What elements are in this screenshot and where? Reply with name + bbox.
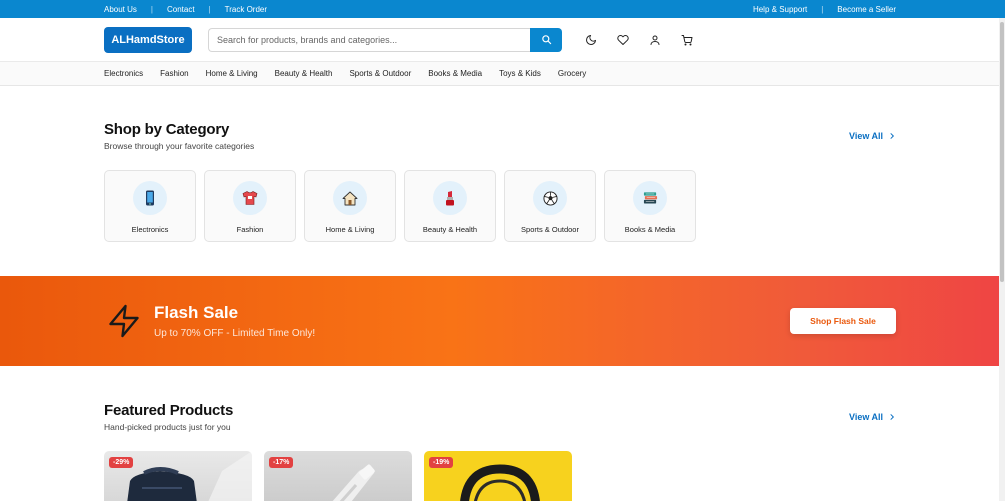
cart-icon [681, 34, 693, 45]
search-bar [208, 27, 562, 52]
top-bar: About Us | Contact | Track Order Help & … [0, 0, 1005, 18]
page-scrollbar[interactable] [999, 18, 1005, 501]
category-label: Books & Media [624, 225, 676, 234]
theme-toggle-button[interactable] [584, 33, 598, 47]
view-all-label: View All [848, 412, 883, 422]
nav-item-fashion[interactable]: Fashion [160, 69, 188, 78]
featured-products-grid: -29% -17% -19% [104, 451, 572, 501]
house-icon [342, 191, 358, 205]
main-header: ALHamdStore [0, 18, 1005, 62]
search-button[interactable] [530, 27, 562, 52]
lightning-bolt-icon [109, 304, 139, 338]
header-icons [584, 33, 694, 47]
chevron-right-icon [890, 414, 895, 420]
category-label: Home & Living [325, 225, 375, 234]
top-bar-left-links: About Us | Contact | Track Order [104, 5, 267, 14]
nav-item-beauty-health[interactable]: Beauty & Health [275, 69, 333, 78]
category-section-header: Shop by Category Browse through your fav… [104, 121, 896, 151]
category-section-title: Shop by Category [104, 121, 230, 138]
top-bar-right-links: Help & Support | Become a Seller [753, 5, 896, 14]
nav-item-toys-kids[interactable]: Toys & Kids [499, 69, 541, 78]
track-order-link[interactable]: Track Order [225, 5, 267, 14]
separator: | [821, 4, 824, 14]
help-support-link[interactable]: Help & Support [753, 5, 807, 14]
category-card-home-living[interactable]: Home & Living [304, 170, 396, 242]
product-card[interactable]: -19% [424, 451, 572, 501]
category-view-all-link[interactable]: View All [849, 131, 896, 141]
flash-sale-banner: Flash Sale Up to 70% OFF - Limited Time … [0, 276, 1005, 366]
product-card[interactable]: -17% [264, 451, 412, 501]
category-label: Beauty & Health [422, 225, 478, 234]
featured-section-subtitle: Hand-picked products just for you [104, 422, 231, 432]
separator: | [208, 4, 211, 14]
nav-item-sports-outdoor[interactable]: Sports & Outdoor [349, 69, 411, 78]
category-card-books-media[interactable]: Books & Media [604, 170, 696, 242]
soccer-ball-icon [542, 190, 558, 206]
heart-icon [617, 34, 629, 45]
scrollbar-thumb[interactable] [1000, 22, 1004, 282]
contact-link[interactable]: Contact [167, 5, 195, 14]
become-seller-link[interactable]: Become a Seller [837, 5, 896, 14]
category-label: Electronics [131, 225, 169, 234]
search-icon [541, 35, 551, 45]
category-grid: Electronics Fashion Home & Living Beauty… [104, 170, 696, 242]
category-label: Sports & Outdoor [521, 225, 579, 234]
nav-item-books-media[interactable]: Books & Media [428, 69, 482, 78]
category-icon-circle [133, 181, 167, 215]
nav-item-electronics[interactable]: Electronics [104, 69, 143, 78]
shirt-icon [242, 191, 258, 205]
category-section-subtitle: Browse through your favorite categories [104, 141, 255, 151]
view-all-label: View All [848, 131, 883, 141]
chevron-right-icon [890, 133, 895, 139]
category-nav: Electronics Fashion Home & Living Beauty… [0, 62, 1005, 86]
nav-item-home-living[interactable]: Home & Living [206, 69, 258, 78]
category-card-fashion[interactable]: Fashion [204, 170, 296, 242]
category-card-sports-outdoor[interactable]: Sports & Outdoor [504, 170, 596, 242]
category-icon-circle [233, 181, 267, 215]
category-label: Fashion [236, 225, 264, 234]
phone-icon [146, 190, 154, 206]
wishlist-button[interactable] [616, 33, 630, 47]
separator: | [150, 4, 153, 14]
shop-flash-sale-button[interactable]: Shop Flash Sale [790, 308, 896, 334]
discount-badge: -19% [429, 457, 454, 468]
cart-button[interactable] [680, 33, 694, 47]
account-button[interactable] [648, 33, 662, 47]
category-icon-circle [633, 181, 667, 215]
flash-sale-title: Flash Sale [154, 303, 239, 322]
product-card[interactable]: -29% [104, 451, 252, 501]
books-icon [643, 192, 657, 204]
category-card-electronics[interactable]: Electronics [104, 170, 196, 242]
search-input[interactable] [208, 27, 530, 52]
featured-section-title: Featured Products [104, 402, 234, 419]
store-logo[interactable]: ALHamdStore [104, 26, 192, 53]
discount-badge: -17% [269, 457, 294, 468]
flash-sale-subtitle: Up to 70% OFF - Limited Time Only! [154, 328, 316, 339]
nav-item-grocery[interactable]: Grocery [558, 69, 586, 78]
featured-view-all-link[interactable]: View All [849, 412, 896, 422]
about-us-link[interactable]: About Us [104, 5, 137, 14]
discount-badge: -29% [109, 457, 134, 468]
category-card-beauty-health[interactable]: Beauty & Health [404, 170, 496, 242]
lipstick-icon [446, 191, 454, 206]
category-icon-circle [533, 181, 567, 215]
category-icon-circle [433, 181, 467, 215]
moon-icon [586, 34, 596, 45]
user-icon [650, 35, 660, 45]
category-icon-circle [333, 181, 367, 215]
featured-section-header: Featured Products Hand-picked products j… [104, 402, 896, 432]
